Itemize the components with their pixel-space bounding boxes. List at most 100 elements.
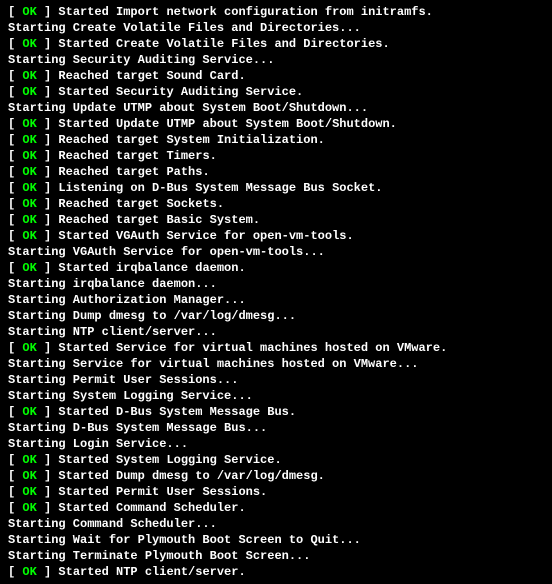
status-bracket-close: ] <box>37 565 59 579</box>
status-bracket-open: [ <box>8 565 22 579</box>
boot-log-line: [ OK ] Started Create Volatile Files and… <box>8 36 544 52</box>
status-bracket-close: ] <box>37 501 59 515</box>
boot-log-line: [ OK ] Started Permit User Sessions. <box>8 484 544 500</box>
boot-log-line: [ OK ] Reached target Paths. <box>8 164 544 180</box>
boot-log-line: Starting Dump dmesg to /var/log/dmesg... <box>8 308 544 324</box>
boot-log-message: Starting Security Auditing Service... <box>8 53 274 67</box>
status-ok: OK <box>22 133 36 147</box>
status-ok: OK <box>22 485 36 499</box>
status-bracket-open: [ <box>8 85 22 99</box>
boot-log-line: [ OK ] Started Dump dmesg to /var/log/dm… <box>8 468 544 484</box>
status-bracket-close: ] <box>37 133 59 147</box>
boot-log-message: Starting irqbalance daemon... <box>8 277 217 291</box>
status-ok: OK <box>22 37 36 51</box>
boot-log-message: Started Create Volatile Files and Direct… <box>58 37 389 51</box>
status-bracket-close: ] <box>37 69 59 83</box>
boot-log-message: Starting Command Scheduler... <box>8 517 217 531</box>
boot-log-message: Starting Login Service... <box>8 437 188 451</box>
boot-log-line: [ OK ] Started Command Scheduler. <box>8 500 544 516</box>
status-ok: OK <box>22 181 36 195</box>
status-bracket-close: ] <box>37 341 59 355</box>
boot-log-message: Starting Create Volatile Files and Direc… <box>8 21 361 35</box>
status-bracket-open: [ <box>8 341 22 355</box>
boot-log-line: [ OK ] Started Import network configurat… <box>8 4 544 20</box>
boot-log-message: Starting Wait for Plymouth Boot Screen t… <box>8 533 361 547</box>
status-bracket-close: ] <box>37 197 59 211</box>
boot-log-line: Starting System Logging Service... <box>8 388 544 404</box>
boot-log-line: [ OK ] Started System Logging Service. <box>8 452 544 468</box>
status-bracket-close: ] <box>37 5 59 19</box>
status-ok: OK <box>22 165 36 179</box>
boot-log-message: Started Service for virtual machines hos… <box>58 341 447 355</box>
boot-log-message: Listening on D-Bus System Message Bus So… <box>58 181 382 195</box>
boot-log-line: Starting Command Scheduler... <box>8 516 544 532</box>
boot-log-message: Reached target System Initialization. <box>58 133 324 147</box>
status-bracket-open: [ <box>8 453 22 467</box>
status-bracket-open: [ <box>8 469 22 483</box>
boot-log-message: Starting VGAuth Service for open-vm-tool… <box>8 245 325 259</box>
boot-log-line: Starting Wait for Plymouth Boot Screen t… <box>8 532 544 548</box>
boot-log-message: Starting Permit User Sessions... <box>8 373 238 387</box>
status-bracket-close: ] <box>37 405 59 419</box>
status-bracket-close: ] <box>37 181 59 195</box>
boot-log-line: Starting Terminate Plymouth Boot Screen.… <box>8 548 544 564</box>
status-ok: OK <box>22 197 36 211</box>
boot-log-output: [ OK ] Started Import network configurat… <box>8 4 544 580</box>
boot-log-line: Starting Authorization Manager... <box>8 292 544 308</box>
status-bracket-close: ] <box>37 213 59 227</box>
status-bracket-open: [ <box>8 69 22 83</box>
boot-log-message: Starting Dump dmesg to /var/log/dmesg... <box>8 309 296 323</box>
boot-log-message: Started System Logging Service. <box>58 453 281 467</box>
status-bracket-close: ] <box>37 469 59 483</box>
boot-log-message: Reached target Sound Card. <box>58 69 245 83</box>
boot-log-line: Starting Service for virtual machines ho… <box>8 356 544 372</box>
status-bracket-open: [ <box>8 5 22 19</box>
boot-log-message: Started D-Bus System Message Bus. <box>58 405 296 419</box>
boot-log-message: Starting D-Bus System Message Bus... <box>8 421 267 435</box>
boot-log-message: Started VGAuth Service for open-vm-tools… <box>58 229 353 243</box>
status-ok: OK <box>22 341 36 355</box>
status-ok: OK <box>22 469 36 483</box>
boot-log-message: Started Import network configuration fro… <box>58 5 432 19</box>
status-bracket-open: [ <box>8 133 22 147</box>
status-bracket-open: [ <box>8 229 22 243</box>
boot-log-line: [ OK ] Started D-Bus System Message Bus. <box>8 404 544 420</box>
boot-log-line: [ OK ] Listening on D-Bus System Message… <box>8 180 544 196</box>
status-bracket-open: [ <box>8 213 22 227</box>
boot-log-line: Starting Security Auditing Service... <box>8 52 544 68</box>
boot-log-line: [ OK ] Reached target Sound Card. <box>8 68 544 84</box>
status-ok: OK <box>22 501 36 515</box>
boot-log-message: Started Update UTMP about System Boot/Sh… <box>58 117 396 131</box>
status-bracket-open: [ <box>8 117 22 131</box>
status-bracket-open: [ <box>8 37 22 51</box>
boot-log-line: [ OK ] Started Security Auditing Service… <box>8 84 544 100</box>
boot-log-line: [ OK ] Started Service for virtual machi… <box>8 340 544 356</box>
boot-log-line: [ OK ] Reached target Timers. <box>8 148 544 164</box>
boot-log-message: Reached target Sockets. <box>58 197 224 211</box>
boot-log-message: Starting Authorization Manager... <box>8 293 246 307</box>
boot-log-message: Started irqbalance daemon. <box>58 261 245 275</box>
boot-log-line: Starting VGAuth Service for open-vm-tool… <box>8 244 544 260</box>
status-bracket-close: ] <box>37 453 59 467</box>
status-ok: OK <box>22 213 36 227</box>
status-ok: OK <box>22 149 36 163</box>
boot-log-line: Starting D-Bus System Message Bus... <box>8 420 544 436</box>
status-bracket-open: [ <box>8 405 22 419</box>
boot-log-line: Starting NTP client/server... <box>8 324 544 340</box>
boot-log-line: Starting Login Service... <box>8 436 544 452</box>
boot-log-line: [ OK ] Started irqbalance daemon. <box>8 260 544 276</box>
status-bracket-close: ] <box>37 37 59 51</box>
boot-log-line: Starting irqbalance daemon... <box>8 276 544 292</box>
boot-log-line: Starting Create Volatile Files and Direc… <box>8 20 544 36</box>
boot-log-message: Started Security Auditing Service. <box>58 85 303 99</box>
boot-log-line: [ OK ] Started VGAuth Service for open-v… <box>8 228 544 244</box>
status-ok: OK <box>22 85 36 99</box>
boot-log-message: Starting Terminate Plymouth Boot Screen.… <box>8 549 310 563</box>
boot-log-message: Started Dump dmesg to /var/log/dmesg. <box>58 469 324 483</box>
status-bracket-open: [ <box>8 197 22 211</box>
status-ok: OK <box>22 453 36 467</box>
boot-log-message: Reached target Paths. <box>58 165 209 179</box>
status-ok: OK <box>22 565 36 579</box>
boot-log-line: [ OK ] Started Update UTMP about System … <box>8 116 544 132</box>
status-bracket-close: ] <box>37 229 59 243</box>
